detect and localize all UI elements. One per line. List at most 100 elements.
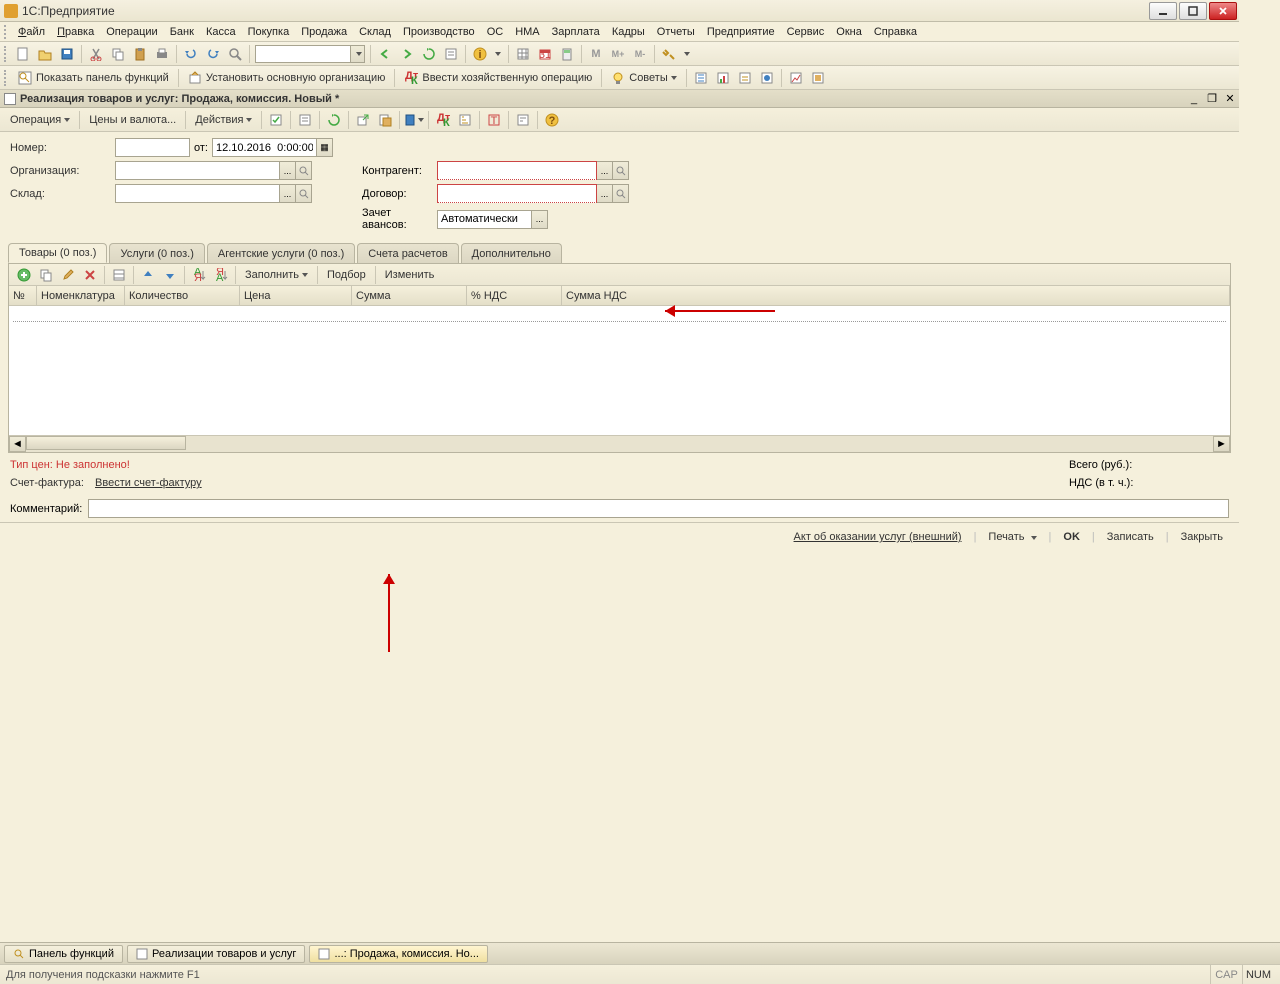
tab-goods[interactable]: Товары (0 поз.) [8, 243, 107, 263]
tab-accounts[interactable]: Счета расчетов [357, 243, 458, 263]
tab-services[interactable]: Услуги (0 поз.) [109, 243, 204, 263]
fill-button[interactable]: Заполнить [239, 265, 314, 285]
report3-icon[interactable] [735, 68, 755, 88]
advance-input[interactable] [437, 210, 532, 229]
menu-bank[interactable]: Банк [164, 24, 200, 40]
contragent-input[interactable] [437, 161, 597, 180]
menu-edit[interactable]: Правка [51, 24, 100, 40]
col-nomenclature[interactable]: Номенклатура [37, 286, 125, 305]
grid-scrollbar[interactable]: ◄ ► [9, 435, 1230, 452]
col-vat-sum[interactable]: Сумма НДС [562, 286, 1230, 305]
m-clear-icon[interactable]: M [586, 44, 606, 64]
date-input[interactable] [212, 138, 317, 157]
menu-reports[interactable]: Отчеты [651, 24, 701, 40]
find-icon[interactable] [225, 44, 245, 64]
row-up-icon[interactable] [138, 265, 158, 285]
report4-icon[interactable] [757, 68, 777, 88]
show-functions-panel-button[interactable]: Показать панель функций [12, 68, 175, 88]
sort-asc-icon[interactable]: АЯ [189, 265, 209, 285]
operation-menu-button[interactable]: Операция [4, 110, 76, 130]
warehouse-lookup-button[interactable] [296, 184, 312, 203]
doctb-attach-icon[interactable] [375, 110, 395, 130]
report5-icon[interactable] [786, 68, 806, 88]
menu-windows[interactable]: Окна [830, 24, 868, 40]
new-icon[interactable] [13, 44, 33, 64]
menu-operations[interactable]: Операции [100, 24, 163, 40]
tab-agent-services[interactable]: Агентские услуги (0 поз.) [207, 243, 355, 263]
doctb-refresh-icon[interactable] [324, 110, 344, 130]
m-minus-icon[interactable]: M- [630, 44, 650, 64]
grid-body[interactable] [9, 308, 1230, 435]
tools-icon[interactable] [659, 44, 679, 64]
row-copy-icon[interactable] [36, 265, 56, 285]
calendar-icon[interactable]: 31 [535, 44, 555, 64]
menu-hr[interactable]: Кадры [606, 24, 651, 40]
col-n[interactable]: № [9, 286, 37, 305]
doctb-post-icon[interactable] [266, 110, 286, 130]
doctb-help-icon[interactable]: ? [542, 110, 562, 130]
warehouse-input[interactable] [115, 184, 280, 203]
menu-file[interactable]: Файл [12, 24, 51, 40]
report6-icon[interactable] [808, 68, 828, 88]
org-select-button[interactable]: ... [280, 161, 296, 180]
org-lookup-button[interactable] [296, 161, 312, 180]
print-button[interactable]: Печать [982, 529, 1042, 545]
menu-enterprise[interactable]: Предприятие [701, 24, 781, 40]
close-button[interactable] [1209, 2, 1237, 20]
doctb-form-icon[interactable] [513, 110, 533, 130]
row-down-icon[interactable] [160, 265, 180, 285]
col-price[interactable]: Цена [240, 286, 352, 305]
menu-sale[interactable]: Продажа [295, 24, 353, 40]
menu-nma[interactable]: НМА [509, 24, 545, 40]
copy-icon[interactable] [108, 44, 128, 64]
search-combo-1[interactable] [255, 45, 365, 63]
doctb-list-icon[interactable] [295, 110, 315, 130]
contragent-select-button[interactable]: ... [597, 161, 613, 180]
menu-production[interactable]: Производство [397, 24, 481, 40]
scroll-left-button[interactable]: ◄ [9, 436, 26, 452]
save-button[interactable]: Записать [1101, 529, 1160, 545]
doctb-basedon-icon[interactable] [404, 110, 424, 130]
enter-operation-button[interactable]: ДтКт Ввести хозяйственную операцию [398, 68, 598, 88]
menu-salary[interactable]: Зарплата [546, 24, 606, 40]
open-icon[interactable] [35, 44, 55, 64]
menu-os[interactable]: ОС [481, 24, 510, 40]
grid-empty-row[interactable] [13, 308, 1226, 322]
paste-icon[interactable] [130, 44, 150, 64]
ok-button[interactable]: OK [1057, 529, 1086, 545]
nav-fwd-icon[interactable] [397, 44, 417, 64]
close-doc-button[interactable]: Закрыть [1175, 529, 1229, 545]
actions-menu-button[interactable]: Действия [189, 110, 258, 130]
warehouse-select-button[interactable]: ... [280, 184, 296, 203]
minimize-button[interactable] [1149, 2, 1177, 20]
report1-icon[interactable] [691, 68, 711, 88]
contract-select-button[interactable]: ... [597, 184, 613, 203]
advice-button[interactable]: Советы [605, 68, 682, 88]
select-button[interactable]: Подбор [321, 265, 372, 285]
menu-help[interactable]: Справка [868, 24, 923, 40]
doc-close-button[interactable]: ✕ [1222, 92, 1238, 106]
prices-currency-button[interactable]: Цены и валюта... [83, 110, 182, 130]
number-input[interactable] [115, 138, 190, 157]
doc-restore-button[interactable]: ❐ [1204, 92, 1220, 106]
undo-icon[interactable] [181, 44, 201, 64]
row-add-icon[interactable] [14, 265, 34, 285]
org-input[interactable] [115, 161, 280, 180]
m-plus-icon[interactable]: M+ [608, 44, 628, 64]
save-icon[interactable] [57, 44, 77, 64]
col-qty[interactable]: Количество [125, 286, 240, 305]
menu-service[interactable]: Сервис [781, 24, 831, 40]
info-icon[interactable]: i [470, 44, 490, 64]
menu-purchase[interactable]: Покупка [242, 24, 296, 40]
doctb-dtkt-icon[interactable]: ДтКт [433, 110, 453, 130]
report2-icon[interactable] [713, 68, 733, 88]
act-services-link[interactable]: Акт об оказании услуг (внешний) [788, 529, 968, 545]
task-current-doc[interactable]: ...: Продажа, комиссия. Но... [309, 945, 488, 963]
row-grid-icon[interactable] [109, 265, 129, 285]
sort-desc-icon[interactable]: ЯА [211, 265, 231, 285]
row-edit-icon[interactable] [58, 265, 78, 285]
nav-back-icon[interactable] [375, 44, 395, 64]
task-functions-panel[interactable]: Панель функций [4, 945, 123, 963]
col-sum[interactable]: Сумма [352, 286, 467, 305]
scroll-right-button[interactable]: ► [1213, 436, 1230, 452]
